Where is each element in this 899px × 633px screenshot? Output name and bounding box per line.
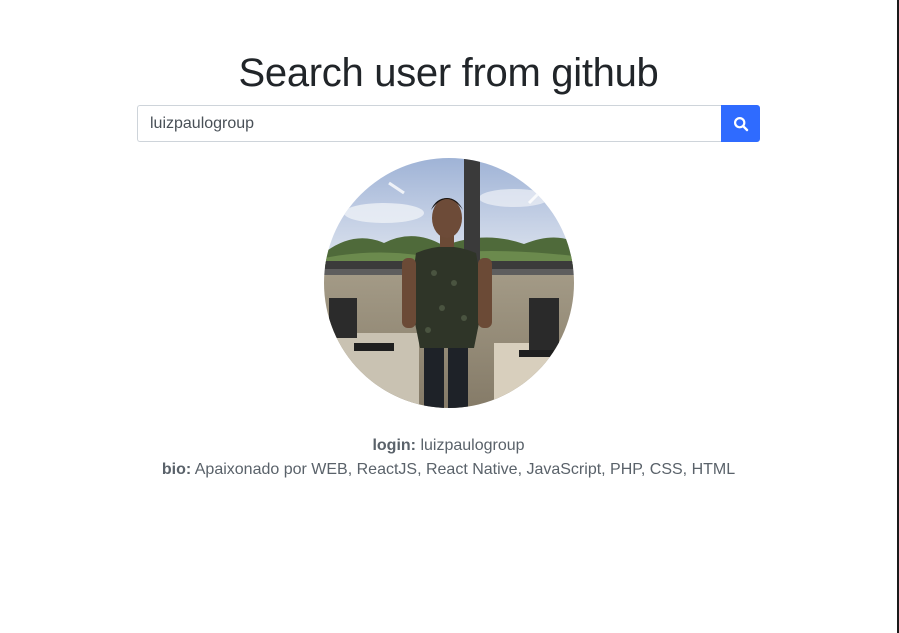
- search-button[interactable]: [721, 105, 760, 142]
- user-avatar: [324, 158, 574, 408]
- bio-value: Apaixonado por WEB, ReactJS, React Nativ…: [194, 461, 736, 478]
- page: Search user from github luizpaulogroup l…: [0, 0, 899, 633]
- avatar-photo: [324, 158, 574, 408]
- bio-row: bio: Apaixonado por WEB, ReactJS, React …: [0, 458, 897, 482]
- search-bar: [137, 105, 760, 142]
- page-title: Search user from github: [238, 51, 659, 95]
- search-icon: [733, 116, 748, 131]
- bio-label: bio:: [161, 461, 192, 478]
- login-row: login: luizpaulogroup: [0, 434, 897, 458]
- user-info: login: luizpaulogroup bio: Apaixonado po…: [0, 434, 897, 482]
- login-label: login:: [372, 437, 416, 454]
- login-value: luizpaulogroup: [420, 437, 525, 454]
- search-input[interactable]: [137, 105, 721, 142]
